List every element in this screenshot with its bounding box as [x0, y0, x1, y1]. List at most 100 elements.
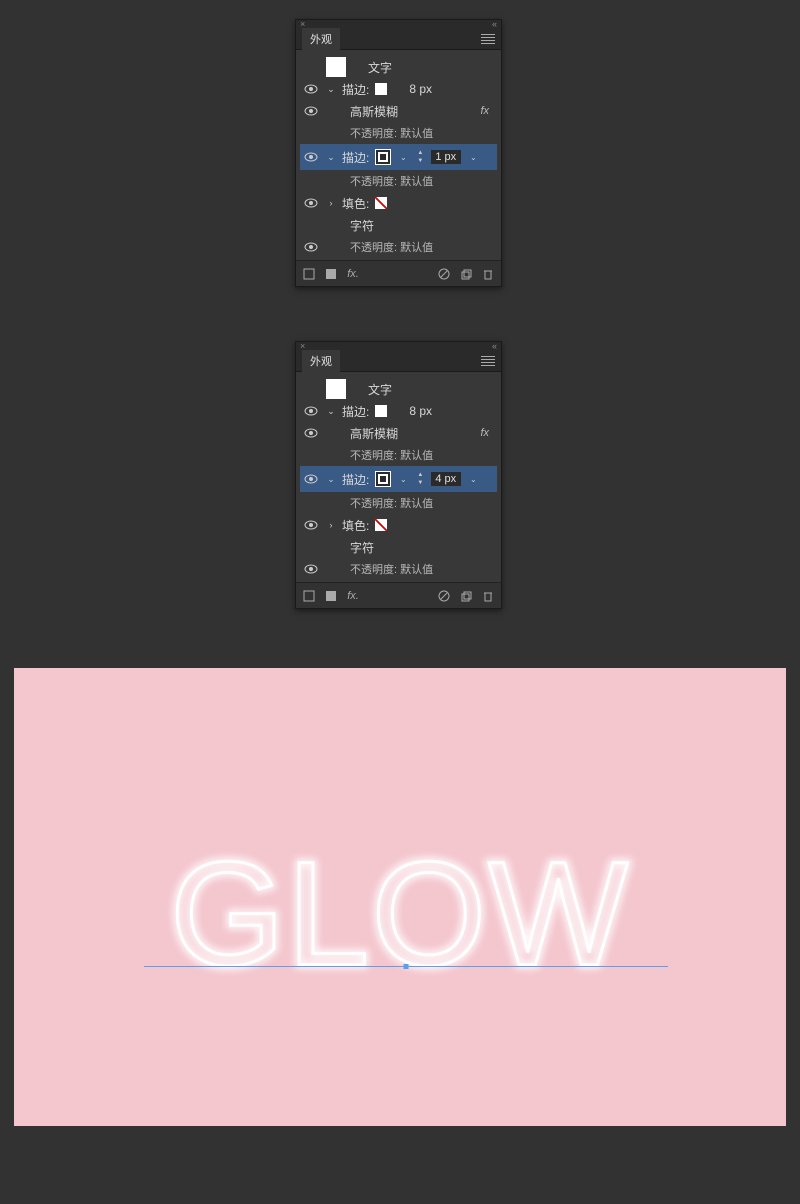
blur-row[interactable]: 高斯模糊 fx [300, 422, 497, 444]
stroke-swatch[interactable] [375, 83, 387, 95]
stroke1-row[interactable]: ⌄ 描边: 8 px [300, 78, 497, 100]
fill-row[interactable]: › 填色: [300, 514, 497, 536]
duplicate-icon[interactable] [459, 589, 473, 603]
panel-body: 文字 ⌄ 描边: 8 px 高斯模糊 fx 不透明度: 默认值 ⌄ 描边: ⌄ [296, 50, 501, 260]
opacity-label: 不透明度: 默认值 [350, 173, 433, 189]
text-baseline-guide[interactable] [144, 966, 668, 967]
baseline-handle[interactable] [404, 964, 409, 969]
type-label: 文字 [368, 59, 392, 76]
opacity-label: 不透明度: 默认值 [350, 447, 433, 463]
fx-button[interactable]: fx. [346, 589, 360, 603]
visibility-icon[interactable] [302, 106, 320, 117]
duplicate-icon[interactable] [459, 267, 473, 281]
visibility-icon[interactable] [302, 428, 320, 439]
appearance-panel-2: × « 外观 文字 ⌄ 描边: 8 px 高斯模糊 fx [295, 341, 502, 609]
char-label: 字符 [350, 217, 374, 234]
blur-row[interactable]: 高斯模糊 fx [300, 100, 497, 122]
twisty-closed-icon[interactable]: › [326, 520, 336, 530]
opacity-label: 不透明度: 默认值 [350, 239, 433, 255]
trash-icon[interactable] [481, 267, 495, 281]
fx-icon[interactable]: fx [480, 105, 489, 117]
blur-label: 高斯模糊 [350, 425, 398, 442]
stroke-label: 描边: [342, 149, 369, 166]
fill-label: 填色: [342, 517, 369, 534]
fill-row[interactable]: › 填色: [300, 192, 497, 214]
visibility-icon[interactable] [302, 474, 320, 485]
stroke2-value-field[interactable]: 4 px [431, 472, 461, 486]
appearance-panel-1: × « 外观 文字 ⌄ 描边: 8 px 高斯模糊 fx [295, 19, 502, 287]
visibility-icon[interactable] [302, 520, 320, 531]
stroke2-row-selected[interactable]: ⌄ 描边: ⌄ ▲▼ 1 px ⌄ [300, 144, 497, 170]
opacity-row-3[interactable]: 不透明度: 默认值 [300, 236, 497, 258]
visibility-icon[interactable] [302, 152, 320, 163]
visibility-icon[interactable] [302, 84, 320, 95]
twisty-closed-icon[interactable]: › [326, 198, 336, 208]
clear-icon[interactable] [437, 267, 451, 281]
panel-footer: fx. [296, 260, 501, 286]
twisty-open-icon[interactable]: ⌄ [326, 406, 336, 417]
opacity-row-3[interactable]: 不透明度: 默认值 [300, 558, 497, 580]
glow-text-sharp-layer: GLOW [170, 830, 630, 1000]
twisty-open-icon[interactable]: ⌄ [326, 474, 336, 485]
opacity-label: 不透明度: 默认值 [350, 495, 433, 511]
opacity-row-2[interactable]: 不透明度: 默认值 [300, 492, 497, 514]
dropdown-icon[interactable]: ⌄ [397, 472, 409, 486]
fill-swatch-white[interactable] [326, 379, 346, 399]
stepper[interactable]: ▲▼ [415, 149, 425, 165]
char-label: 字符 [350, 539, 374, 556]
stroke1-value: 8 px [409, 404, 432, 418]
stroke1-value: 8 px [409, 82, 432, 96]
clear-icon[interactable] [437, 589, 451, 603]
opacity-row-1[interactable]: 不透明度: 默认值 [300, 122, 497, 144]
panel-menu-icon[interactable] [481, 356, 495, 366]
visibility-icon[interactable] [302, 564, 320, 575]
stroke-label: 描边: [342, 403, 369, 420]
opacity-row-1[interactable]: 不透明度: 默认值 [300, 444, 497, 466]
collapse-icon[interactable]: « [492, 19, 497, 29]
artboard[interactable]: GLOW GLOW GLOW [14, 668, 786, 1126]
stepper[interactable]: ▲▼ [415, 471, 425, 487]
stroke2-value-field[interactable]: 1 px [431, 150, 461, 164]
panel-tabbar: 外观 [296, 350, 501, 372]
visibility-icon[interactable] [302, 406, 320, 417]
type-row[interactable]: 文字 [300, 56, 497, 78]
stroke2-row-selected[interactable]: ⌄ 描边: ⌄ ▲▼ 4 px ⌄ [300, 466, 497, 492]
fill-swatch-white[interactable] [326, 57, 346, 77]
twisty-open-icon[interactable]: ⌄ [326, 152, 336, 163]
stroke-label: 描边: [342, 471, 369, 488]
char-row[interactable]: 字符 [300, 536, 497, 558]
visibility-icon[interactable] [302, 242, 320, 253]
fx-icon[interactable]: fx [480, 427, 489, 439]
stroke-swatch[interactable] [375, 405, 387, 417]
type-label: 文字 [368, 381, 392, 398]
new-stroke-icon[interactable] [302, 589, 316, 603]
twisty-open-icon[interactable]: ⌄ [326, 84, 336, 95]
opacity-row-2[interactable]: 不透明度: 默认值 [300, 170, 497, 192]
glow-text-object[interactable]: GLOW GLOW GLOW [170, 830, 630, 1000]
char-row[interactable]: 字符 [300, 214, 497, 236]
tab-appearance[interactable]: 外观 [302, 350, 340, 372]
opacity-label: 不透明度: 默认值 [350, 125, 433, 141]
fill-swatch-none[interactable] [375, 197, 387, 209]
panel-footer: fx. [296, 582, 501, 608]
fill-swatch-none[interactable] [375, 519, 387, 531]
stroke1-row[interactable]: ⌄ 描边: 8 px [300, 400, 497, 422]
type-row[interactable]: 文字 [300, 378, 497, 400]
dropdown-icon[interactable]: ⌄ [467, 472, 479, 486]
panel-menu-icon[interactable] [481, 34, 495, 44]
panel-body: 文字 ⌄ 描边: 8 px 高斯模糊 fx 不透明度: 默认值 ⌄ 描边: ⌄ [296, 372, 501, 582]
stroke-swatch-selected[interactable] [375, 149, 391, 165]
dropdown-icon[interactable]: ⌄ [467, 150, 479, 164]
tab-appearance[interactable]: 外观 [302, 28, 340, 50]
blur-label: 高斯模糊 [350, 103, 398, 120]
stroke-swatch-selected[interactable] [375, 471, 391, 487]
new-fill-icon[interactable] [324, 267, 338, 281]
new-stroke-icon[interactable] [302, 267, 316, 281]
new-fill-icon[interactable] [324, 589, 338, 603]
stroke-label: 描边: [342, 81, 369, 98]
dropdown-icon[interactable]: ⌄ [397, 150, 409, 164]
fx-button[interactable]: fx. [346, 267, 360, 281]
collapse-icon[interactable]: « [492, 341, 497, 351]
visibility-icon[interactable] [302, 198, 320, 209]
trash-icon[interactable] [481, 589, 495, 603]
